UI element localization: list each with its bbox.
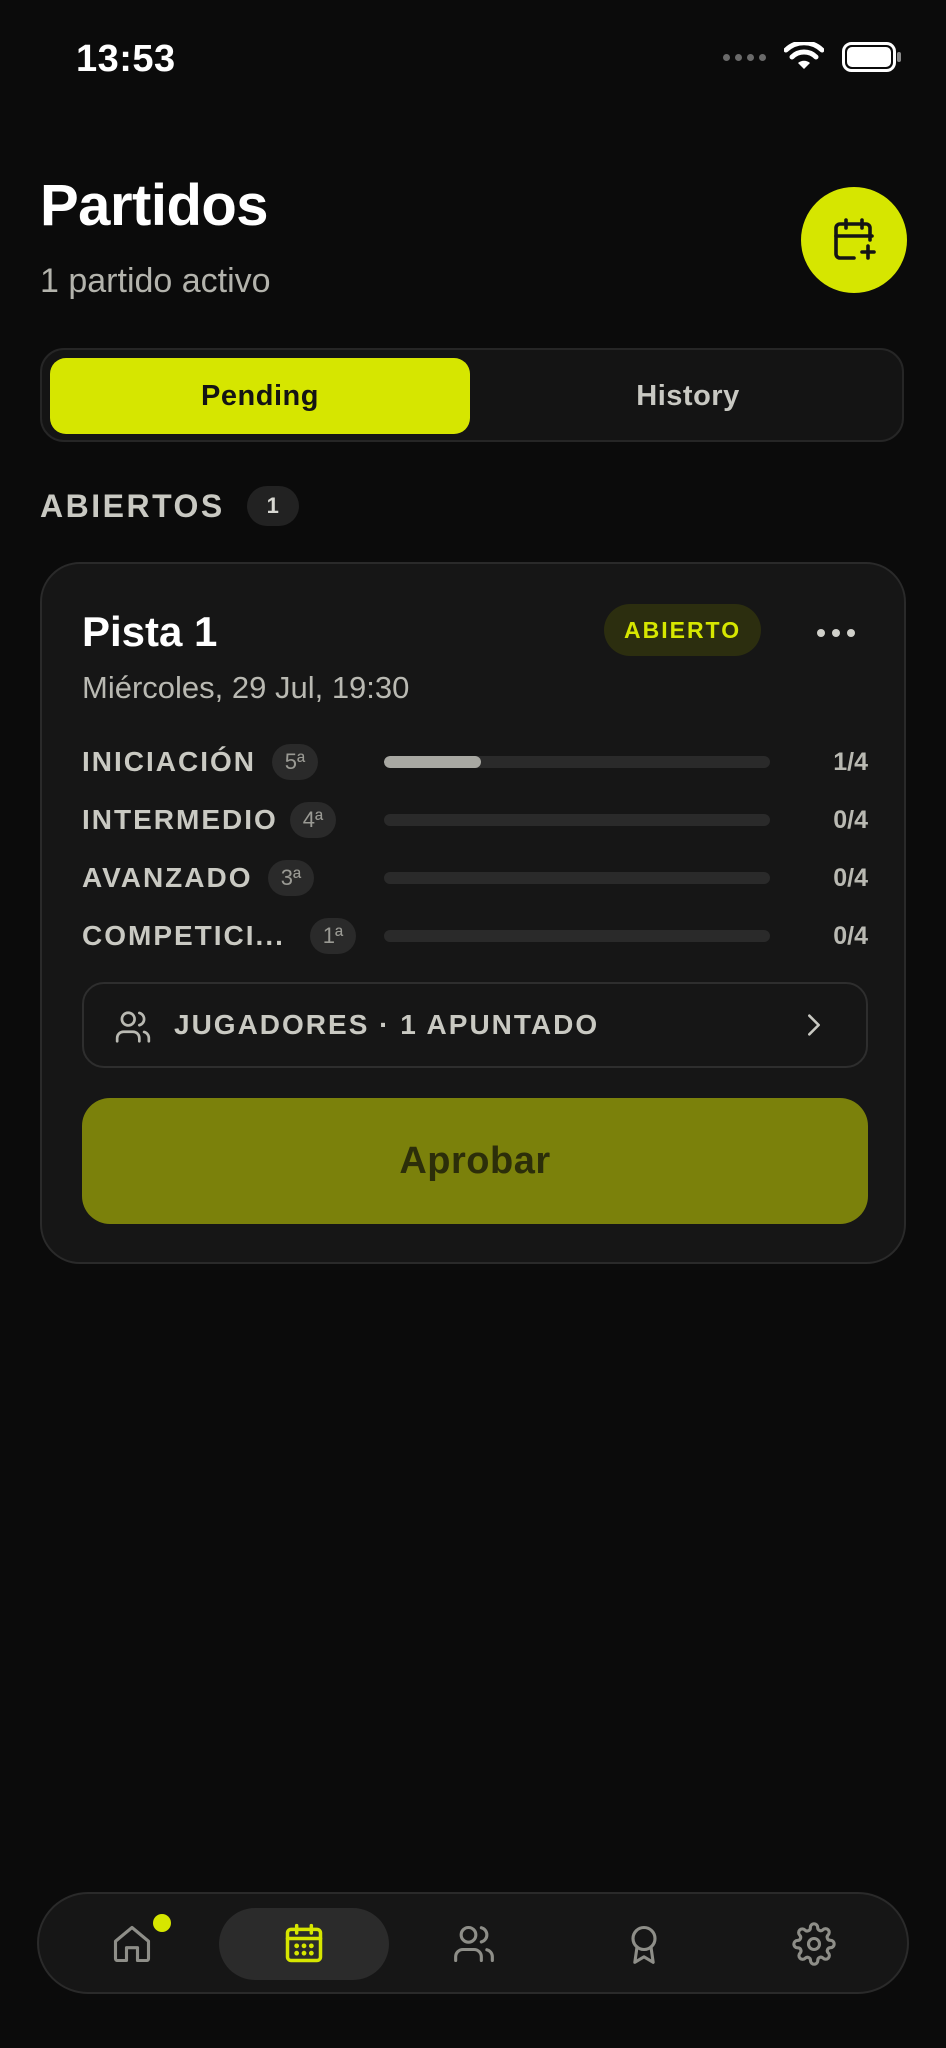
- status-icons: [723, 42, 902, 72]
- settings-gear-icon: [792, 1922, 836, 1966]
- add-match-button[interactable]: [801, 187, 907, 293]
- section-count-badge: 1: [246, 486, 299, 526]
- wifi-icon: [784, 42, 824, 69]
- level-name: INICIACIÓN: [82, 746, 256, 777]
- section-header: ABIERTOS 1: [40, 486, 299, 526]
- level-count: 0/4: [833, 921, 868, 950]
- section-title: ABIERTOS: [40, 487, 225, 524]
- level-rank-badge: 1ª: [310, 918, 356, 954]
- award-icon: [631, 1925, 657, 1964]
- level-name: COMPETICI...: [82, 920, 285, 951]
- level-row: AVANZADO 3ª 0/4: [82, 856, 868, 900]
- segmented-control: Pending History: [40, 348, 904, 442]
- approve-button[interactable]: Aprobar: [82, 1098, 868, 1224]
- battery-icon: [842, 42, 901, 72]
- tab-players[interactable]: [389, 1908, 559, 1980]
- status-time: 13:53: [76, 38, 176, 80]
- tab-rankings[interactable]: [559, 1908, 729, 1980]
- level-rank-badge: 4ª: [290, 802, 336, 838]
- tab-settings[interactable]: [729, 1908, 899, 1980]
- level-progress-track: [384, 872, 770, 884]
- players-label: JUGADORES · 1 APUNTADO: [174, 1009, 600, 1040]
- page-title: Partidos: [40, 173, 269, 238]
- match-date: Miércoles, 29 Jul, 19:30: [82, 670, 410, 705]
- level-count: 0/4: [833, 863, 868, 892]
- calendar-plus-icon: [834, 218, 876, 260]
- tab-history[interactable]: History: [478, 358, 898, 434]
- level-progress-track: [384, 930, 770, 942]
- level-row: INICIACIÓN 5ª 1/4: [82, 740, 868, 784]
- users-icon: [454, 1925, 494, 1963]
- level-progress-fill: [384, 756, 481, 768]
- level-rank-badge: 5ª: [272, 744, 318, 780]
- level-count: 1/4: [833, 747, 868, 776]
- match-title: Pista 1: [82, 608, 218, 655]
- more-dot-icon: [817, 629, 825, 637]
- notification-dot: [153, 1914, 171, 1932]
- chevron-right-icon: [808, 1014, 820, 1036]
- more-dot-icon: [847, 629, 855, 637]
- tab-pending[interactable]: Pending: [50, 358, 470, 434]
- bottom-tab-bar: [37, 1892, 909, 1994]
- users-icon: [115, 1011, 151, 1043]
- cellular-signal-icon: [723, 53, 766, 61]
- home-icon: [113, 1925, 151, 1963]
- level-count: 0/4: [833, 805, 868, 834]
- more-dot-icon: [832, 629, 840, 637]
- page-subtitle: 1 partido activo: [40, 262, 271, 300]
- tab-calendar[interactable]: [219, 1908, 389, 1980]
- level-progress-track: [384, 756, 770, 768]
- match-card[interactable]: Pista 1 ABIERTO Miércoles, 29 Jul, 19:30…: [40, 562, 906, 1264]
- players-row[interactable]: JUGADORES · 1 APUNTADO: [82, 982, 868, 1068]
- level-progress-track: [384, 814, 770, 826]
- more-options-button[interactable]: [808, 618, 864, 648]
- status-bar: 13:53: [0, 0, 946, 120]
- level-row: COMPETICI... 1ª 0/4: [82, 914, 868, 958]
- status-badge: ABIERTO: [604, 604, 762, 656]
- level-rank-badge: 3ª: [268, 860, 314, 896]
- level-row: INTERMEDIO 4ª 0/4: [82, 798, 868, 842]
- tab-home[interactable]: [47, 1908, 217, 1980]
- level-name: INTERMEDIO: [82, 804, 278, 835]
- level-name: AVANZADO: [82, 862, 253, 893]
- calendar-icon: [285, 1923, 323, 1963]
